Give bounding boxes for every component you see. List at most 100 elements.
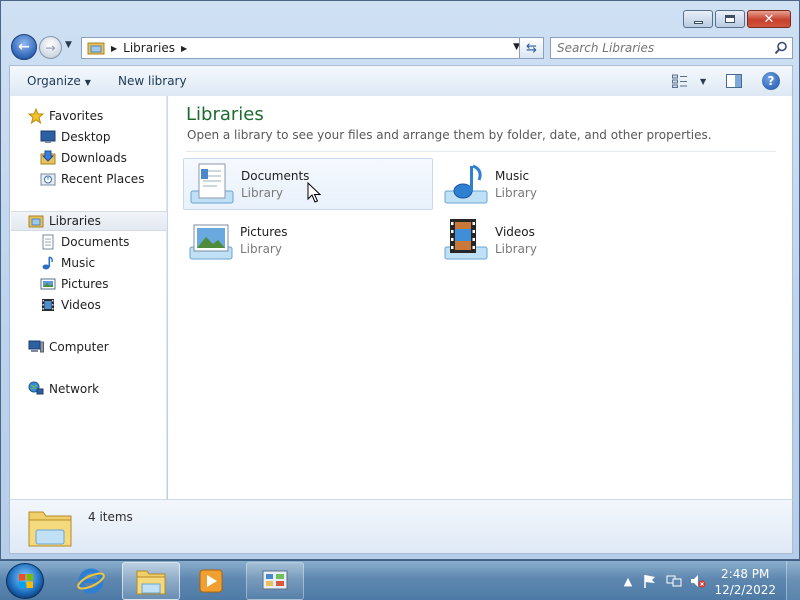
nav-downloads[interactable]: Downloads [40, 148, 127, 168]
clock-time: 2:48 PM [721, 567, 770, 581]
music-library-icon [444, 164, 488, 204]
nav-recent-places[interactable]: Recent Places [40, 169, 144, 189]
library-name: Documents [241, 168, 310, 183]
nav-label: Documents [61, 235, 130, 249]
library-type: Library [495, 185, 537, 200]
maximize-button[interactable] [715, 10, 745, 28]
library-name: Pictures [240, 224, 288, 239]
desktop-icon [40, 130, 56, 143]
minimize-button[interactable] [683, 10, 713, 28]
network-icon [28, 381, 44, 395]
taskbar-internet-explorer[interactable] [62, 562, 120, 600]
action-center-flag-icon[interactable] [642, 573, 658, 589]
taskbar: ▲ 2:48 PM 12/2/2022 [0, 560, 800, 600]
control-panel-icon [262, 570, 288, 590]
organize-label: Organize [27, 74, 81, 88]
minimize-icon [693, 20, 703, 24]
star-icon [28, 108, 44, 124]
close-button[interactable]: ✕ [747, 10, 791, 28]
documents-library-icon [190, 163, 234, 204]
nav-pictures[interactable]: Pictures [40, 274, 109, 294]
chevron-down-icon: ▼ [700, 76, 707, 86]
chevron-down-icon: ▼ [84, 78, 91, 87]
breadcrumb-arrow-icon[interactable]: ▶ [111, 44, 117, 53]
nav-favorites[interactable]: Favorites [28, 106, 103, 126]
search-icon[interactable] [774, 41, 788, 55]
library-videos-tile[interactable]: Videos Library [438, 214, 688, 266]
search-input[interactable] [557, 41, 757, 55]
navigation-row: ← → ▼ ▶ Libraries ▶ ▼ ⇆ [9, 34, 793, 60]
breadcrumb-libraries[interactable]: Libraries [123, 41, 175, 55]
navigation-pane: Favorites Desktop Downloads Recent Place… [9, 96, 167, 499]
back-button[interactable]: ← [11, 34, 37, 60]
nav-label: Desktop [61, 130, 111, 144]
details-pane: 4 items [9, 499, 793, 554]
taskbar-media-player[interactable] [182, 562, 240, 600]
clock[interactable]: 2:48 PM 12/2/2022 [714, 566, 776, 598]
close-icon: ✕ [763, 11, 775, 27]
recent-pages-button[interactable]: ▼ [65, 40, 72, 50]
arrow-left-icon: ← [18, 39, 30, 55]
nav-label: Computer [49, 340, 109, 354]
nav-libraries[interactable]: Libraries [11, 211, 167, 231]
pictures-library-icon [189, 224, 233, 260]
taskbar-control-panel[interactable] [246, 562, 304, 600]
videos-library-icon [444, 219, 488, 260]
breadcrumb-arrow-icon[interactable]: ▶ [181, 44, 187, 53]
recent-places-icon [40, 173, 56, 186]
explorer-window: ✕ ← → ▼ ▶ Libraries ▶ ▼ ⇆ Organize▼ [0, 0, 800, 560]
show-desktop-button[interactable] [786, 561, 800, 600]
windows-logo-icon [19, 574, 33, 588]
start-button[interactable] [6, 563, 44, 599]
nav-desktop[interactable]: Desktop [40, 127, 111, 147]
nav-computer[interactable]: Computer [28, 337, 109, 357]
libraries-icon [28, 215, 44, 228]
search-box[interactable] [550, 37, 793, 59]
nav-documents[interactable]: Documents [40, 232, 129, 252]
network-status-icon[interactable] [666, 573, 682, 589]
nav-label: Downloads [61, 151, 127, 165]
preview-pane-icon[interactable] [726, 74, 742, 88]
refresh-icon: ⇆ [526, 40, 537, 56]
divider [186, 151, 776, 152]
documents-icon [42, 234, 54, 250]
library-music-tile[interactable]: Music Library [438, 158, 688, 210]
nav-label: Videos [61, 298, 101, 312]
mouse-cursor-icon [307, 182, 321, 203]
new-library-button[interactable]: New library [118, 74, 187, 88]
refresh-button[interactable]: ⇆ [519, 37, 544, 59]
nav-music[interactable]: Music [40, 253, 95, 273]
organize-button[interactable]: Organize ▼ [27, 74, 91, 88]
media-player-icon [199, 569, 223, 593]
nav-label: Network [49, 382, 100, 396]
library-pictures-tile[interactable]: Pictures Library [183, 214, 433, 266]
volume-muted-icon[interactable] [690, 573, 706, 589]
page-title: Libraries [186, 104, 264, 125]
library-type: Library [240, 241, 282, 256]
nav-network[interactable]: Network [28, 379, 99, 399]
command-bar: Organize ▼ New library ▼ ? [9, 65, 793, 96]
arrow-right-icon: → [45, 40, 56, 55]
clock-date: 12/2/2022 [714, 583, 776, 597]
nav-videos[interactable]: Videos [40, 295, 101, 315]
maximize-icon [725, 15, 735, 23]
downloads-icon [40, 150, 56, 165]
music-icon [42, 256, 53, 270]
pictures-icon [40, 278, 56, 290]
nav-label: Libraries [49, 214, 101, 228]
address-bar[interactable]: ▶ Libraries ▶ ▼ [81, 37, 527, 59]
system-tray: ▲ 2:48 PM 12/2/2022 [600, 561, 800, 600]
internet-explorer-icon [77, 568, 105, 594]
computer-icon [28, 340, 44, 353]
show-hidden-icons-icon[interactable]: ▲ [620, 573, 636, 589]
windows-explorer-icon [136, 570, 166, 595]
taskbar-windows-explorer[interactable] [122, 562, 180, 600]
nav-label: Recent Places [61, 172, 145, 186]
nav-label: Favorites [49, 109, 104, 123]
view-options-icon [672, 74, 687, 88]
window-controls: ✕ [683, 10, 791, 28]
help-icon[interactable]: ? [762, 72, 780, 90]
forward-button[interactable]: → [39, 36, 62, 59]
item-count: 4 items [88, 510, 133, 524]
change-view-button[interactable]: ▼ [672, 73, 708, 89]
